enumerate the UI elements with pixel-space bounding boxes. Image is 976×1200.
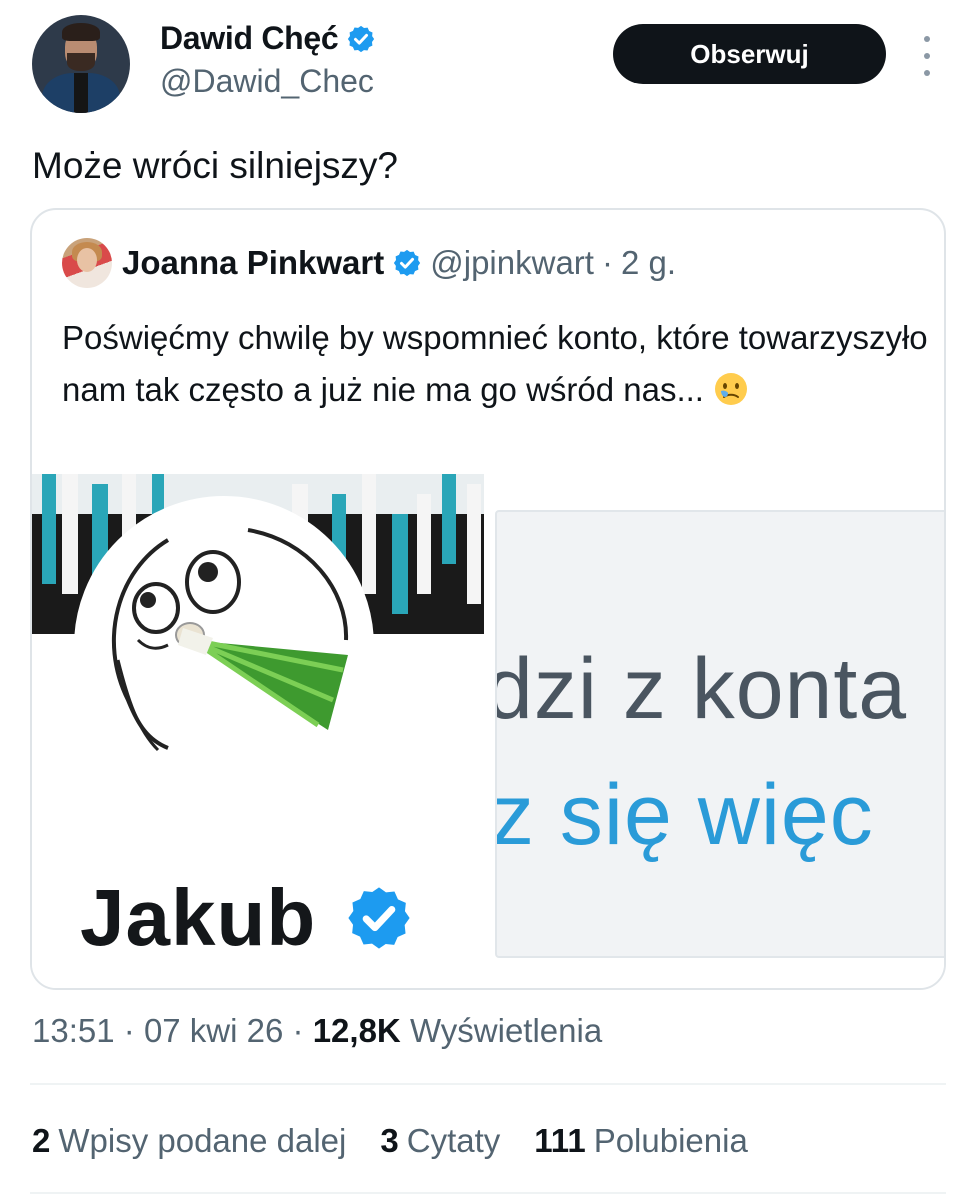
- profile-display-name: Jakub: [80, 873, 317, 962]
- quoted-tweet-text-body: Poświęćmy chwilę by wspomnieć konto, któ…: [62, 319, 928, 408]
- divider: [30, 1083, 946, 1085]
- verified-badge-icon: [344, 883, 414, 953]
- profile-avatar-meme: [74, 496, 374, 796]
- quoted-tweet-card[interactable]: Joanna Pinkwart @jpinkwart · 2 g. Poświę…: [30, 208, 946, 990]
- author-block: Dawid Chęć @Dawid_Chec: [160, 20, 376, 100]
- tweet-time[interactable]: 13:51: [32, 1012, 115, 1049]
- author-avatar[interactable]: [32, 15, 130, 113]
- verified-badge-icon: [346, 24, 376, 54]
- divider: [30, 1192, 946, 1194]
- likes-label: Polubienia: [593, 1122, 748, 1159]
- cropped-screenshot: dzi z konta z się więc: [495, 510, 944, 958]
- retweets-stat[interactable]: 2 Wpisy podane dalej: [32, 1122, 346, 1160]
- follow-button[interactable]: Obserwuj: [613, 24, 886, 84]
- more-vertical-icon[interactable]: [918, 36, 936, 76]
- screenshot-text-line-2: z się więc: [495, 767, 874, 863]
- quoted-tweet-time[interactable]: 2 g.: [621, 244, 676, 282]
- author-name[interactable]: Dawid Chęć: [160, 20, 339, 57]
- verified-badge-icon: [392, 248, 422, 278]
- tweet-meta: 13:51 · 07 kwi 26 · 12,8K Wyświetlenia: [32, 1012, 602, 1050]
- face-holding-back-tears-icon: [713, 370, 749, 406]
- media-image-screenshot[interactable]: dzi z konta z się więc: [490, 474, 944, 988]
- author-handle[interactable]: @Dawid_Chec: [160, 63, 376, 100]
- quoted-author-avatar[interactable]: [62, 238, 112, 288]
- retweets-count: 2: [32, 1122, 51, 1159]
- tweet-stats: 2 Wpisy podane dalej 3 Cytaty 111 Polubieni…: [32, 1122, 748, 1160]
- quoted-author-handle[interactable]: @jpinkwart: [430, 244, 594, 282]
- separator-dot: ·: [601, 244, 613, 281]
- likes-count: 111: [534, 1122, 586, 1159]
- quoted-tweet-text: Poświęćmy chwilę by wspomnieć konto, któ…: [62, 312, 932, 416]
- views-count[interactable]: 12,8K: [313, 1012, 401, 1049]
- quoted-tweet-header: Joanna Pinkwart @jpinkwart · 2 g.: [122, 244, 676, 282]
- screenshot-text-line-1: dzi z konta: [495, 641, 908, 737]
- tweet-date[interactable]: 07 kwi 26: [144, 1012, 283, 1049]
- quoted-tweet-media[interactable]: Jakub dzi z konta z się więc: [32, 474, 944, 988]
- quotes-count: 3: [380, 1122, 399, 1159]
- likes-stat[interactable]: 111 Polubienia: [534, 1122, 748, 1160]
- separator-dot: ·: [123, 1012, 135, 1049]
- views-label[interactable]: Wyświetlenia: [410, 1012, 602, 1049]
- retweets-label: Wpisy podane dalej: [58, 1122, 347, 1159]
- profile-name-row: Jakub: [80, 872, 414, 964]
- quoted-author-name[interactable]: Joanna Pinkwart: [122, 244, 384, 282]
- quotes-label: Cytaty: [406, 1122, 501, 1159]
- tweet-text: Może wróci silniejszy?: [32, 145, 398, 186]
- separator-dot: ·: [292, 1012, 304, 1049]
- media-image-profile[interactable]: Jakub: [32, 474, 487, 988]
- quotes-stat[interactable]: 3 Cytaty: [380, 1122, 500, 1160]
